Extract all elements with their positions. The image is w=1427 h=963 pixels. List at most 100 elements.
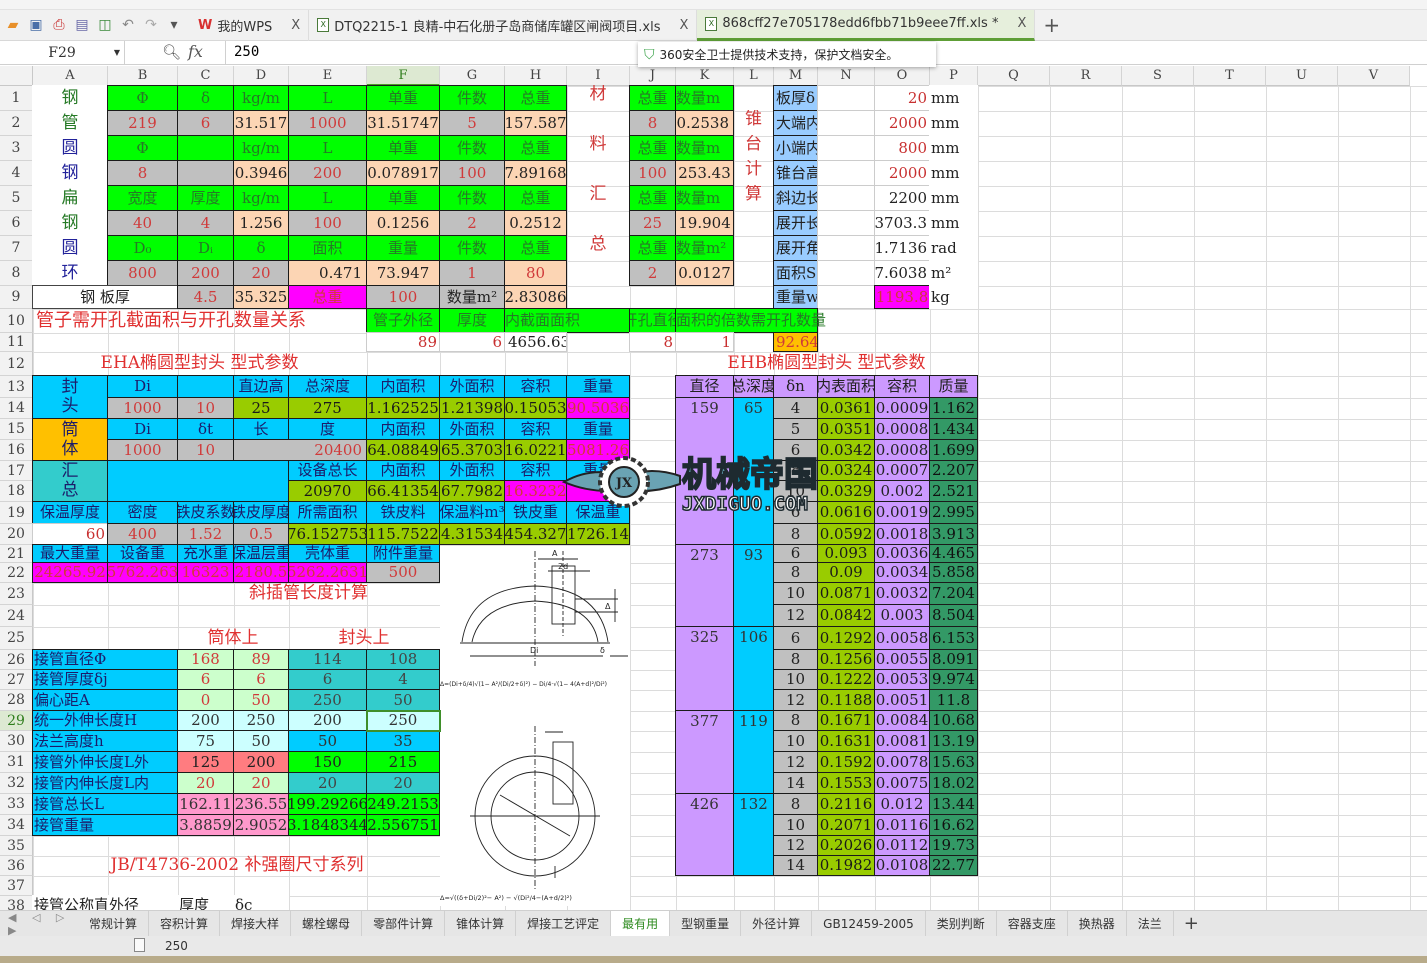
cell-K2[interactable]: 0.2538 xyxy=(675,110,734,136)
cell-A10[interactable]: 管子需开孔截面积与开孔数量关系 xyxy=(32,308,367,333)
cell-M1[interactable]: 板厚δ xyxy=(773,85,818,111)
sheet-tab[interactable]: 锥体计算 xyxy=(445,911,517,936)
cell-N23[interactable]: 0.0871 xyxy=(817,582,875,605)
cell-M24[interactable]: 12 xyxy=(773,604,818,627)
cell-G13[interactable]: 外面积 xyxy=(439,375,505,398)
select-all-corner[interactable] xyxy=(0,66,33,86)
cell-N27[interactable]: 0.1222 xyxy=(817,669,875,690)
cell-P35[interactable]: 19.73 xyxy=(929,835,978,856)
cell-O34[interactable]: 0.0116 xyxy=(874,814,930,836)
cell-N14[interactable]: 0.0361 xyxy=(817,397,875,419)
cell-O9[interactable]: 1193.8 xyxy=(874,285,930,309)
row-header-31[interactable]: 31 xyxy=(0,752,33,773)
cell-F18[interactable]: 66.41354 xyxy=(366,480,440,502)
zoom-formula-icon[interactable]: 🔍︎ xyxy=(162,43,181,61)
column-header-M[interactable]: M xyxy=(774,66,818,86)
cell-P2[interactable]: mm xyxy=(929,110,978,136)
cell-M33[interactable]: 8 xyxy=(773,793,818,815)
cell-O31[interactable]: 0.0078 xyxy=(874,751,930,773)
row-header-18[interactable]: 18 xyxy=(0,481,33,502)
cell-C5[interactable]: 厚度 xyxy=(177,185,234,211)
cell-D15[interactable]: 长 xyxy=(233,418,289,440)
cell-A5[interactable]: 扁 xyxy=(32,185,108,211)
cell-P15[interactable]: 1.434 xyxy=(929,418,978,440)
cell-G14[interactable]: 1.21398 xyxy=(439,397,505,419)
cell-O30[interactable]: 0.0081 xyxy=(874,730,930,752)
cell-D22[interactable]: 2180.5 xyxy=(233,562,289,583)
cell-H1[interactable]: 总重 xyxy=(504,85,567,111)
cell-F31[interactable]: 215 xyxy=(366,751,440,773)
row-header-17[interactable]: 17 xyxy=(0,461,33,481)
cell-A13[interactable]: 封 头 xyxy=(32,375,108,419)
chevron-down-icon[interactable]: ▼ xyxy=(114,48,120,57)
cell-B19[interactable]: 密度 xyxy=(107,501,178,524)
cell-P23[interactable]: 7.204 xyxy=(929,582,978,605)
sheet-tab[interactable]: GB12459-2005 xyxy=(812,911,926,936)
cell-K10[interactable]: 面积的倍数需开孔数量 xyxy=(675,308,826,333)
cell-B22[interactable]: 5762.263 xyxy=(107,562,178,583)
cell-H2[interactable]: 157.587 xyxy=(504,110,567,136)
cell-N25[interactable]: 0.1292 xyxy=(817,626,875,650)
cell-G6[interactable]: 2 xyxy=(439,210,505,236)
sheet-tab[interactable]: 换热器 xyxy=(1068,911,1127,936)
cell-O1[interactable]: 20 xyxy=(874,85,930,111)
cell-K13[interactable]: 直径 xyxy=(675,375,734,398)
cell-M34[interactable]: 10 xyxy=(773,814,818,836)
cell-D20[interactable]: 0.5 xyxy=(233,523,289,545)
cell-H7[interactable]: 总重 xyxy=(504,235,567,261)
cell-F10[interactable]: 管子外径 xyxy=(366,308,440,333)
cell-B1[interactable]: Φ xyxy=(107,85,178,111)
cell-E34[interactable]: 3.1848344 xyxy=(288,814,367,836)
cell-E2[interactable]: 1000 xyxy=(288,110,367,136)
cell-L21[interactable]: 93 xyxy=(733,544,774,627)
cell-M2[interactable]: 大端内径Φ2 xyxy=(773,110,818,136)
cell-E3[interactable]: L xyxy=(288,135,367,161)
row-header-3[interactable]: 3 xyxy=(0,136,33,161)
cell-D16[interactable]: 20400 xyxy=(233,439,367,461)
cell-P9[interactable]: kg xyxy=(929,285,978,309)
cell-F17[interactable]: 内面积 xyxy=(366,460,440,481)
cell-A22[interactable]: 24265.92 xyxy=(32,562,108,583)
cell-F14[interactable]: 1.162525 xyxy=(366,397,440,419)
column-header-J[interactable]: J xyxy=(630,66,676,86)
cell-D9[interactable]: 35.325 xyxy=(233,285,289,309)
cell-A15[interactable]: 筒 体 xyxy=(32,418,108,461)
cell-O22[interactable]: 0.0034 xyxy=(874,562,930,583)
cell-C22[interactable]: 16323 xyxy=(177,562,234,583)
cell-O28[interactable]: 0.0051 xyxy=(874,689,930,711)
cell-A12[interactable]: EHA椭圆型封头 型式参数 xyxy=(32,351,367,376)
cell-E33[interactable]: 199.29266 xyxy=(288,793,367,815)
cell-O23[interactable]: 0.0032 xyxy=(874,582,930,605)
cell-M27[interactable]: 10 xyxy=(773,669,818,690)
cell-A30[interactable]: 法兰高度h xyxy=(32,730,178,752)
cell-P16[interactable]: 1.699 xyxy=(929,439,978,461)
sheet-tab[interactable]: 容积计算 xyxy=(149,911,221,936)
cell-H13[interactable]: 容积 xyxy=(504,375,567,398)
column-header-S[interactable]: S xyxy=(1122,66,1194,86)
cell-K1[interactable]: 数量m xyxy=(675,85,734,111)
customize-dropdown-icon[interactable]: ▾ xyxy=(164,15,184,35)
row-header-4[interactable]: 4 xyxy=(0,161,33,186)
cell-M13[interactable]: δn xyxy=(773,375,818,398)
cell-M11[interactable]: 92.64 xyxy=(773,332,818,352)
cell-F19[interactable]: 铁皮料 xyxy=(366,501,440,524)
row-header-29[interactable]: 29 xyxy=(0,711,33,731)
column-header-O[interactable]: O xyxy=(875,66,930,86)
cell-E32[interactable]: 20 xyxy=(288,772,367,794)
row-header-27[interactable]: 27 xyxy=(0,670,33,690)
cell-F28[interactable]: 50 xyxy=(366,689,440,711)
cell-F7[interactable]: 重量 xyxy=(366,235,440,261)
cell-E20[interactable]: 76.152753 xyxy=(288,523,367,545)
cell-K8[interactable]: 0.0127 xyxy=(675,260,734,286)
sheet-tab[interactable]: 常规计算 xyxy=(78,911,150,936)
row-header-34[interactable]: 34 xyxy=(0,815,33,836)
column-header-F[interactable]: F xyxy=(367,66,440,86)
tab-dtq-file[interactable]: X DTQ2215-1 良精-中石化册子岛商储库罐区闸阀项目.xls X xyxy=(309,9,698,41)
cell-F32[interactable]: 20 xyxy=(366,772,440,794)
row-header-13[interactable]: 13 xyxy=(0,376,33,398)
cell-P32[interactable]: 18.02 xyxy=(929,772,978,794)
row-header-14[interactable]: 14 xyxy=(0,398,33,419)
close-icon[interactable]: X xyxy=(291,18,300,33)
cell-D33[interactable]: 236.55 xyxy=(233,793,289,815)
row-header-33[interactable]: 33 xyxy=(0,794,33,815)
